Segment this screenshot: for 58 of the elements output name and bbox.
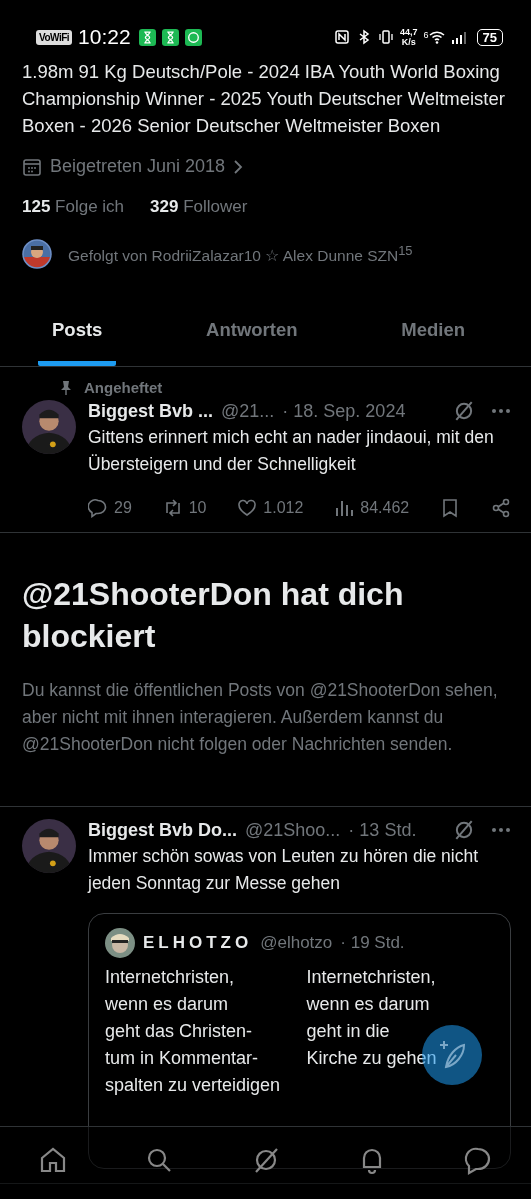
profile-tab[interactable]: Medien (387, 307, 479, 366)
slashed-circle-icon[interactable] (453, 400, 475, 422)
quoted-text-line: geht in die (306, 1020, 391, 1043)
quoted-text-line: geht das Christen- (105, 1020, 254, 1043)
post-time: · 18. Sep. 2024 (282, 400, 406, 422)
repost-count: 10 (188, 499, 207, 517)
post-text: Gittens erinnert mich echt an nader jindaoui, mit den Übersteigern und der Schnelligkeit (88, 426, 495, 476)
author-handle: @21Shoo... (245, 819, 341, 841)
author-name[interactable]: Biggest Bvb Do... (88, 819, 237, 841)
hourglass-icon (161, 28, 179, 46)
followed-by-text: Gefolgt von RodriiZalazar10 ☆ Alex Dunne SZN$^{15}$ (68, 242, 413, 266)
wifi-icon (428, 29, 445, 45)
battery-level: 75 (476, 28, 503, 46)
post-time: · 13 Std. (348, 819, 417, 841)
pinned-label: Angeheftet (84, 379, 163, 396)
blocked-message: Du kannst die öffentlichen Posts von @21ShooterDon sehen, aber nicht mit ihnen interagieren. Außerdem kannst du @21ShooterDon nicht folgen oder Nachrichten senden. (22, 679, 499, 756)
more-icon[interactable] (491, 827, 511, 833)
quoted-text-line: Internetchristen, (306, 966, 437, 989)
clock-time: 10:22 (78, 25, 131, 49)
slashed-circle-icon[interactable] (453, 819, 475, 841)
like-count: 1.012 (263, 499, 304, 517)
chat-bubble-icon (184, 28, 202, 46)
quoted-text-line: tum in Kommentar- (105, 1047, 260, 1070)
vibrate-icon (378, 29, 394, 45)
quoted-text-line: wenn es darum (306, 993, 431, 1016)
quoted-post-time: · 19 Std. (340, 933, 405, 953)
calendar-icon (22, 156, 42, 177)
bar-chart-icon[interactable] (334, 498, 355, 518)
join-date: Beigetreten Juni 2018 (50, 156, 226, 177)
quoted-text-line: wenn es darum (105, 993, 230, 1016)
author-name[interactable]: Biggest Bvb ... (88, 400, 213, 422)
quoted-text-line: Internetchristen, (105, 966, 236, 989)
more-icon[interactable] (491, 408, 511, 414)
profile-tab[interactable]: Posts (38, 307, 117, 366)
view-count: 84.462 (360, 499, 410, 517)
followers-count[interactable]: 329 Follower (150, 197, 248, 217)
quoted-text-line: spalten zu verteidigen (105, 1074, 282, 1097)
quoted-author-name: ELHOTZO (143, 933, 253, 953)
blocked-heading: @21ShooterDon hat dich blockiert (22, 575, 405, 656)
post-text: Immer schön sowas von Leuten zu hören die nicht jeden Sonntag zur Messe gehen (88, 845, 480, 895)
profile-bio: 1.98m 91 Kg Deutsch/Pole - 2024 IBA Youth World Boxing Championship Winner - 2025 Youth Deutscher Weltmeister Boxen - 2026 Senior Deutscher Weltmeister Boxen (21, 60, 506, 138)
share-icon[interactable] (490, 498, 511, 518)
nfc-icon (334, 29, 350, 45)
author-handle: @21... (221, 400, 275, 422)
heart-icon[interactable] (237, 498, 258, 518)
chevron-right-icon[interactable] (233, 158, 244, 175)
signal-icon (450, 29, 467, 45)
hourglass-icon (138, 28, 156, 46)
profile-tab[interactable]: Antworten (192, 307, 312, 366)
message-icon[interactable] (463, 1145, 493, 1175)
vowifi-badge: VoWiFi (36, 29, 73, 45)
home-icon[interactable] (38, 1145, 68, 1175)
following-count[interactable]: 125 Folge ich (22, 197, 125, 217)
reply-icon[interactable] (88, 498, 108, 518)
wifi-standard-label: 6 (423, 30, 429, 40)
network-speed: 44,7 K/s (400, 27, 418, 47)
quoted-author-handle: @elhotzo (260, 933, 333, 953)
reply-count: 29 (114, 499, 132, 517)
